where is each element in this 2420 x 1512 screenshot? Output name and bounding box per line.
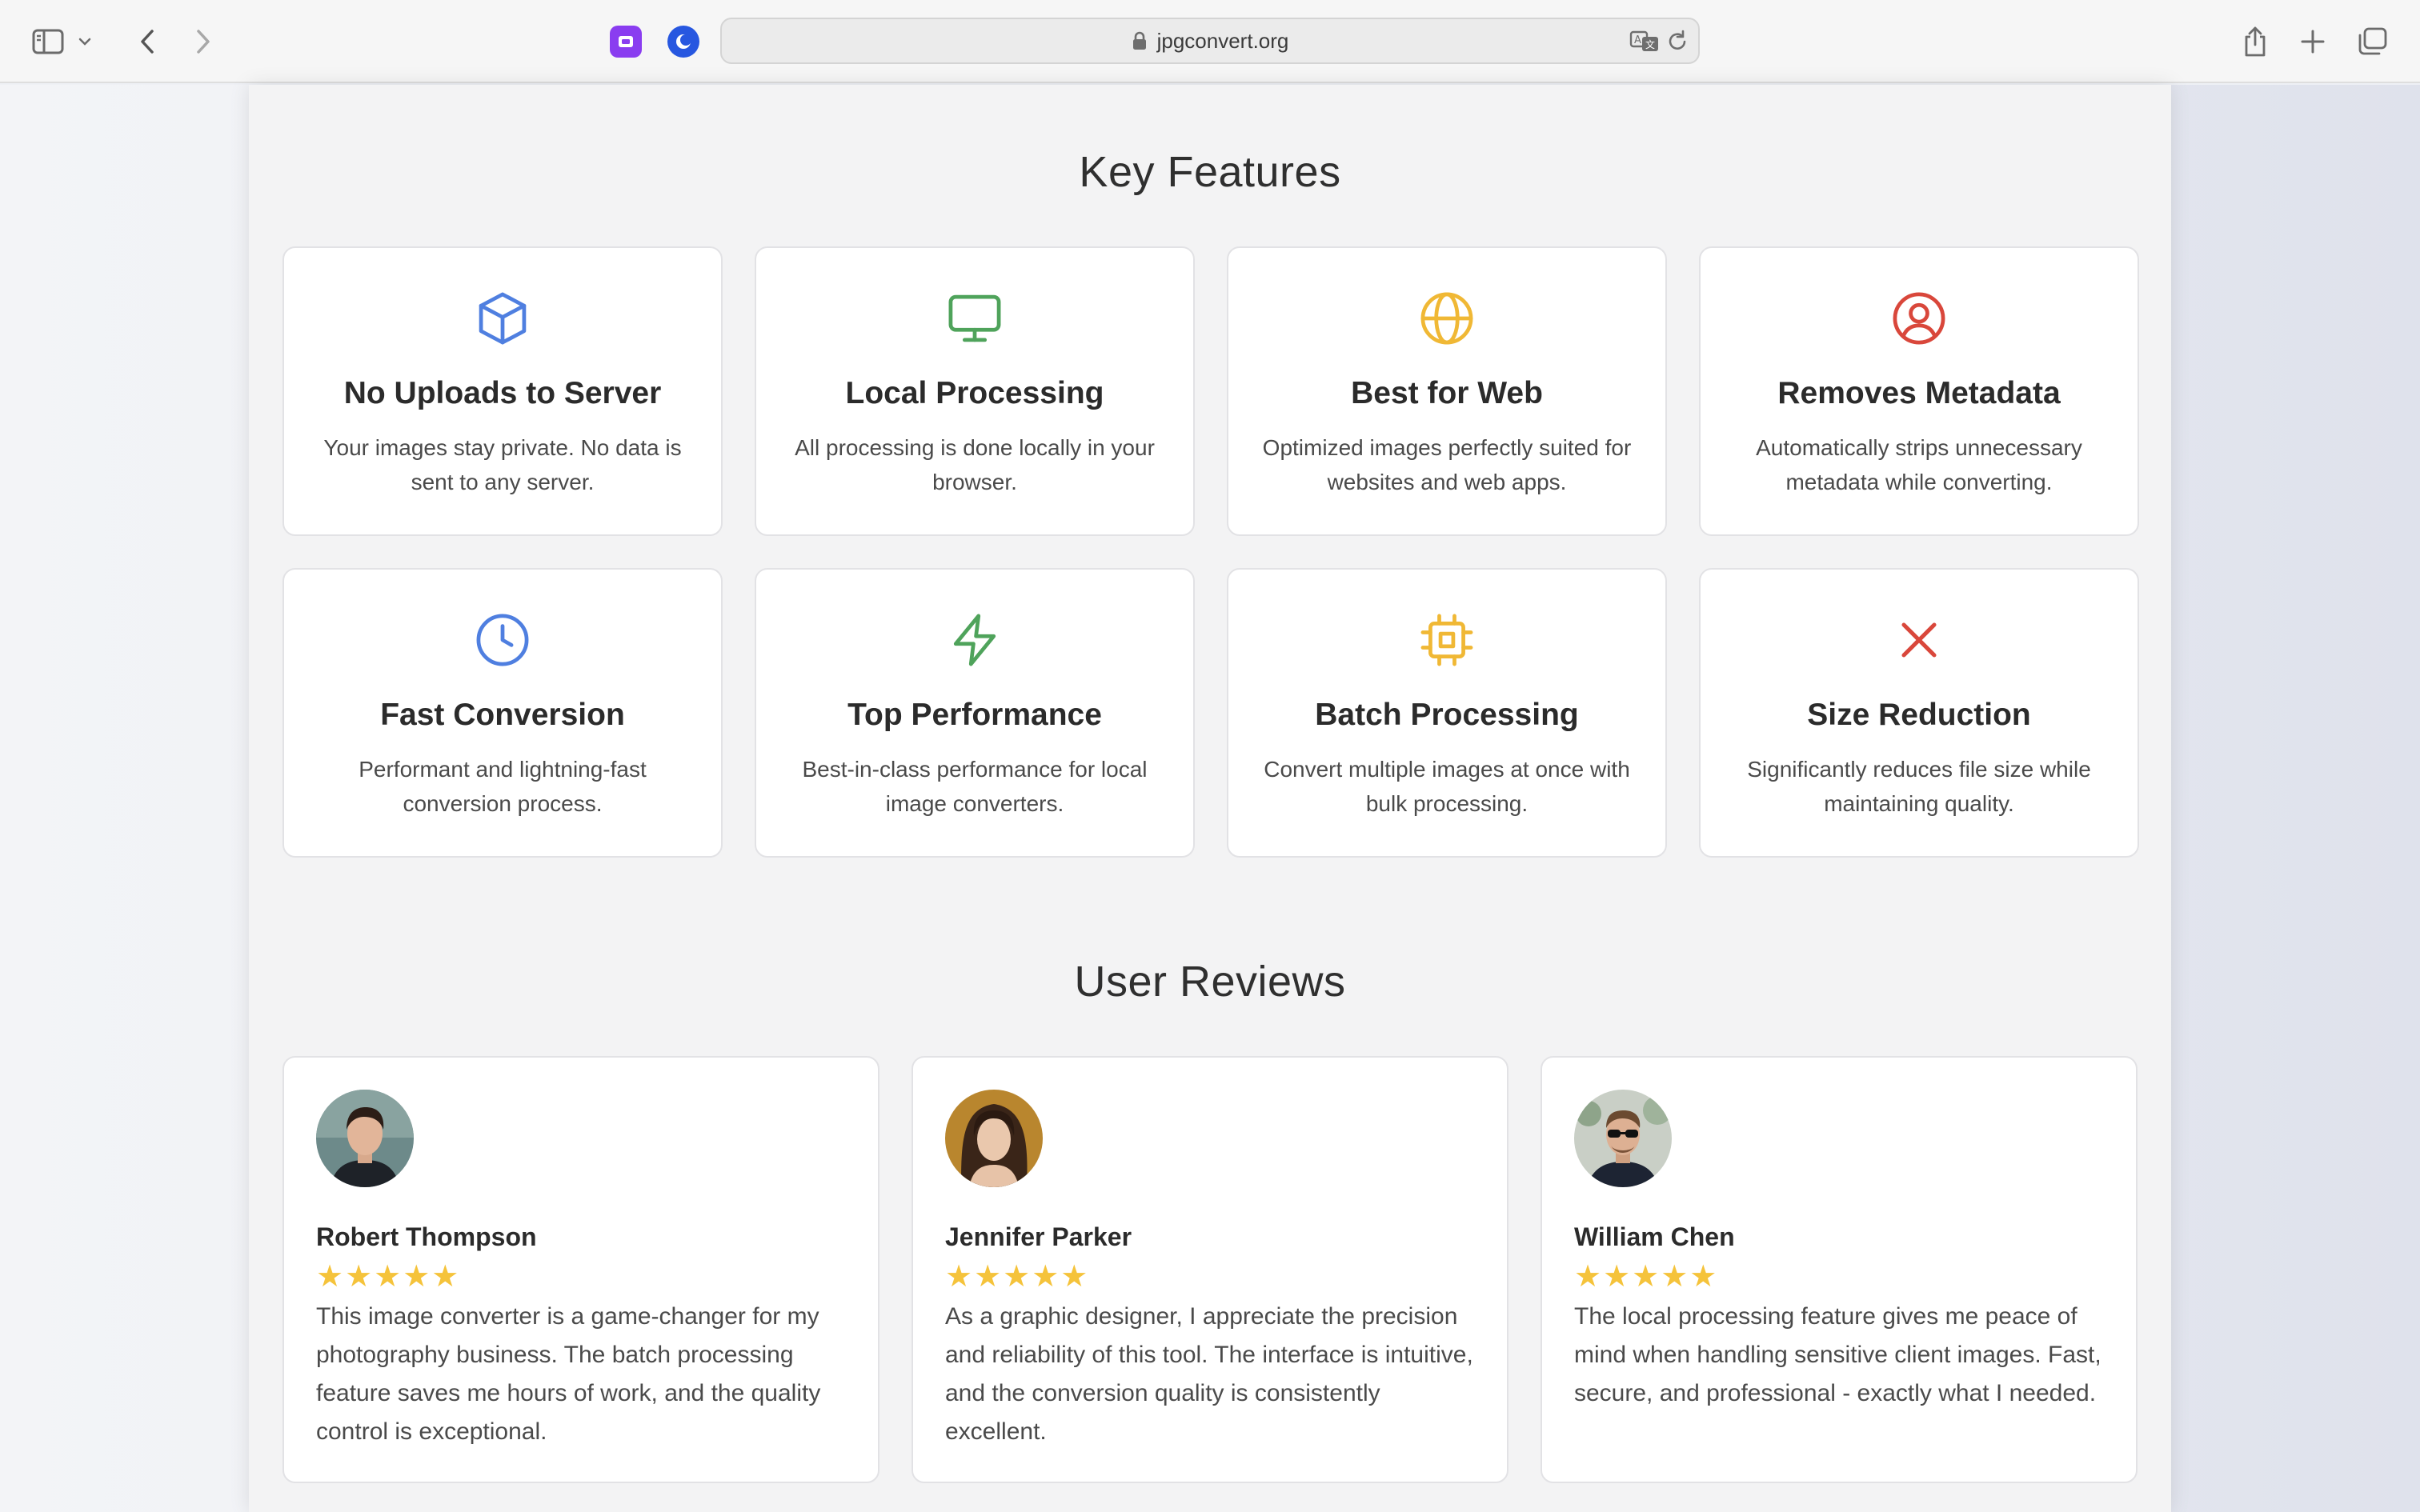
globe-icon — [1420, 292, 1473, 345]
svg-text:A: A — [1634, 34, 1641, 46]
translate-icon[interactable]: A文 — [1629, 28, 1661, 55]
review-card: William Chen ★★★★★ The local processing … — [1541, 1056, 2138, 1483]
cube-icon — [479, 292, 527, 345]
share-icon[interactable] — [2230, 16, 2281, 67]
feature-card: Size Reduction Significantly reduces fil… — [1699, 568, 2139, 858]
review-text: The local processing feature gives me pe… — [1574, 1303, 2101, 1406]
tab-overview-icon[interactable] — [2346, 16, 2398, 67]
extension-purple-icon[interactable] — [610, 26, 642, 58]
svg-text:文: 文 — [1645, 38, 1655, 50]
feature-description: Best-in-class performance for local imag… — [802, 757, 1148, 816]
feature-title: No Uploads to Server — [343, 376, 662, 410]
review-text: As a graphic designer, I appreciate the … — [945, 1303, 1473, 1445]
avatar — [1574, 1090, 1672, 1187]
feature-card: Local Processing All processing is done … — [755, 246, 1195, 536]
feature-description: Performant and lightning-fast conversion… — [359, 757, 647, 816]
browser-toolbar: jpgconvert.org A文 — [0, 0, 2420, 83]
feature-description: Automatically strips unnecessary metadat… — [1756, 435, 2082, 494]
reviewer-name: Jennifer Parker — [945, 1222, 1132, 1251]
feature-card: Batch Processing Convert multiple images… — [1227, 568, 1667, 858]
avatar — [945, 1090, 1043, 1187]
reviewer-name: William Chen — [1574, 1222, 1735, 1251]
chevron-down-icon[interactable] — [69, 16, 101, 67]
feature-description: All processing is done locally in your b… — [795, 435, 1155, 494]
feature-card: Removes Metadata Automatically strips un… — [1699, 246, 2139, 536]
feature-title: Removes Metadata — [1777, 376, 2061, 410]
feature-description: Significantly reduces file size while ma… — [1747, 757, 2091, 816]
feature-title: Best for Web — [1351, 376, 1543, 410]
monitor-icon — [948, 294, 1001, 342]
feature-title: Size Reduction — [1807, 698, 2031, 732]
reload-icon[interactable] — [1666, 28, 1689, 55]
extension-blue-icon[interactable] — [667, 26, 699, 58]
feature-card: No Uploads to Server Your images stay pr… — [282, 246, 723, 536]
review-card: Robert Thompson ★★★★★ This image convert… — [282, 1056, 879, 1483]
star-rating: ★★★★★ — [945, 1260, 1090, 1294]
star-rating: ★★★★★ — [1574, 1260, 1719, 1294]
user-reviews-title: User Reviews — [1074, 958, 1346, 1006]
feature-card: Fast Conversion Performant and lightning… — [282, 568, 723, 858]
url-text: jpgconvert.org — [1156, 28, 1289, 53]
feature-title: Fast Conversion — [380, 698, 625, 732]
lock-icon — [1132, 31, 1146, 50]
feature-title: Batch Processing — [1315, 698, 1579, 732]
feature-card: Top Performance Best-in-class performanc… — [755, 568, 1195, 858]
feature-description: Optimized images perfectly suited for we… — [1262, 435, 1632, 494]
star-rating: ★★★★★ — [316, 1260, 461, 1294]
feature-title: Local Processing — [845, 376, 1104, 410]
address-bar[interactable]: jpgconvert.org A文 — [720, 18, 1700, 64]
feature-description: Your images stay private. No data is sen… — [323, 435, 682, 494]
review-card: Jennifer Parker ★★★★★ As a graphic desig… — [912, 1056, 1508, 1483]
avatar — [316, 1090, 414, 1187]
cpu-chip-icon — [1420, 614, 1473, 666]
key-features-title: Key Features — [1079, 148, 1341, 196]
feature-description: Convert multiple images at once with bul… — [1264, 757, 1630, 816]
user-circle-icon — [1893, 292, 1945, 345]
sidebar-toggle-icon[interactable] — [22, 16, 74, 67]
x-icon — [1901, 622, 1937, 658]
main-content: Key Features No Uploads to Server Your i… — [249, 85, 2171, 1512]
review-text: This image converter is a game-changer f… — [316, 1303, 821, 1445]
reviewer-name: Robert Thompson — [316, 1222, 537, 1251]
clock-icon — [476, 614, 529, 666]
lightning-icon — [953, 614, 996, 666]
forward-arrow-icon[interactable] — [178, 16, 229, 67]
feature-card: Best for Web Optimized images perfectly … — [1227, 246, 1667, 536]
feature-title: Top Performance — [847, 698, 1102, 732]
new-tab-plus-icon[interactable] — [2287, 16, 2338, 67]
back-arrow-icon[interactable] — [122, 16, 173, 67]
